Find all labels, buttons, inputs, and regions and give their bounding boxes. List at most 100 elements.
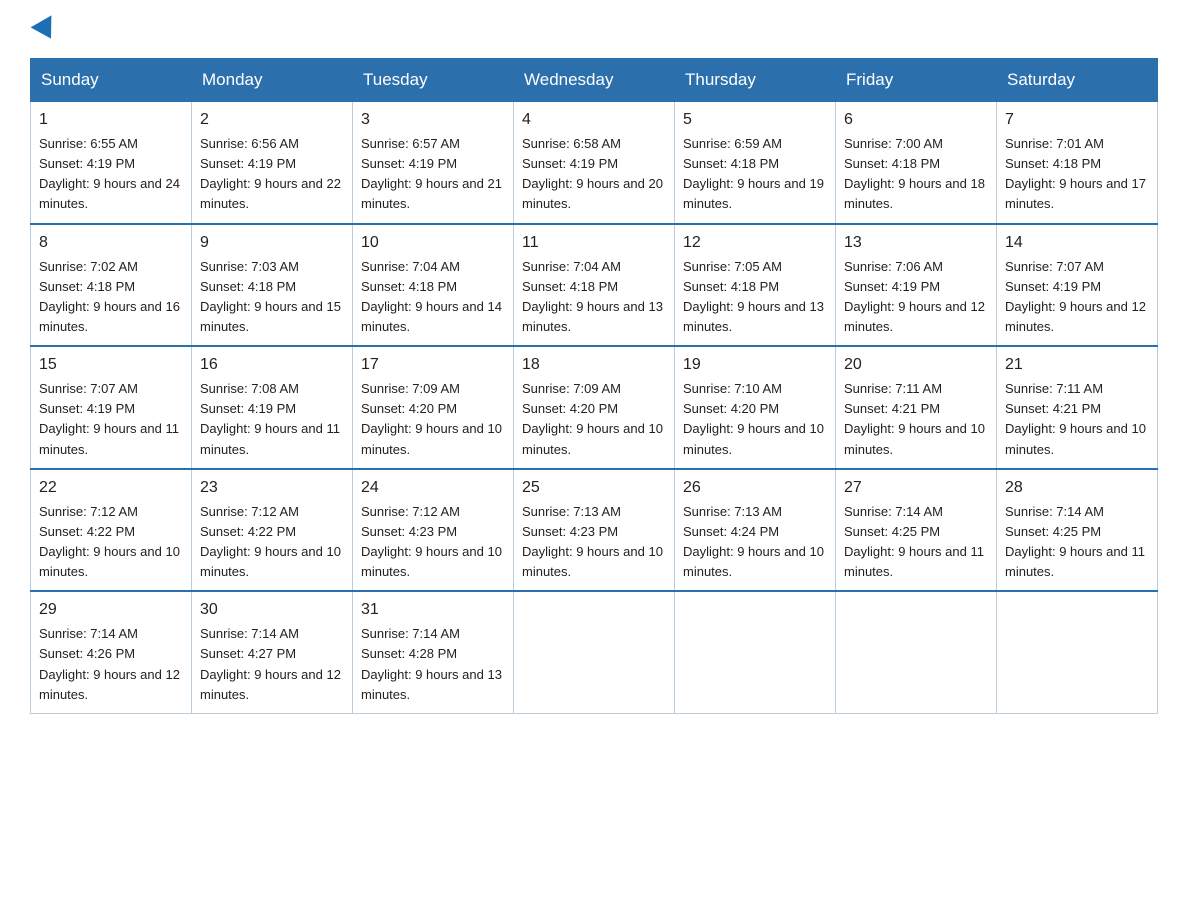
- day-number: 3: [361, 108, 505, 132]
- day-number: 27: [844, 476, 988, 500]
- day-info: Sunrise: 7:09 AMSunset: 4:20 PMDaylight:…: [522, 381, 663, 456]
- day-number: 22: [39, 476, 183, 500]
- calendar-cell: 17 Sunrise: 7:09 AMSunset: 4:20 PMDaylig…: [353, 346, 514, 469]
- day-number: 11: [522, 231, 666, 255]
- day-number: 24: [361, 476, 505, 500]
- calendar-cell: 31 Sunrise: 7:14 AMSunset: 4:28 PMDaylig…: [353, 591, 514, 713]
- day-number: 21: [1005, 353, 1149, 377]
- day-number: 12: [683, 231, 827, 255]
- day-info: Sunrise: 6:58 AMSunset: 4:19 PMDaylight:…: [522, 136, 663, 211]
- day-number: 19: [683, 353, 827, 377]
- calendar-cell: 5 Sunrise: 6:59 AMSunset: 4:18 PMDayligh…: [675, 101, 836, 224]
- calendar-cell: 2 Sunrise: 6:56 AMSunset: 4:19 PMDayligh…: [192, 101, 353, 224]
- calendar-cell: 22 Sunrise: 7:12 AMSunset: 4:22 PMDaylig…: [31, 469, 192, 592]
- calendar-cell: 9 Sunrise: 7:03 AMSunset: 4:18 PMDayligh…: [192, 224, 353, 347]
- day-number: 31: [361, 598, 505, 622]
- calendar-cell: 12 Sunrise: 7:05 AMSunset: 4:18 PMDaylig…: [675, 224, 836, 347]
- calendar-cell: 10 Sunrise: 7:04 AMSunset: 4:18 PMDaylig…: [353, 224, 514, 347]
- calendar-cell: 18 Sunrise: 7:09 AMSunset: 4:20 PMDaylig…: [514, 346, 675, 469]
- day-number: 16: [200, 353, 344, 377]
- day-number: 29: [39, 598, 183, 622]
- day-info: Sunrise: 6:59 AMSunset: 4:18 PMDaylight:…: [683, 136, 824, 211]
- day-number: 1: [39, 108, 183, 132]
- day-number: 10: [361, 231, 505, 255]
- weekday-header-wednesday: Wednesday: [514, 59, 675, 101]
- day-number: 5: [683, 108, 827, 132]
- day-info: Sunrise: 7:01 AMSunset: 4:18 PMDaylight:…: [1005, 136, 1146, 211]
- day-number: 30: [200, 598, 344, 622]
- weekday-header-thursday: Thursday: [675, 59, 836, 101]
- calendar-week-row: 15 Sunrise: 7:07 AMSunset: 4:19 PMDaylig…: [31, 346, 1158, 469]
- calendar-cell: 1 Sunrise: 6:55 AMSunset: 4:19 PMDayligh…: [31, 101, 192, 224]
- day-number: 8: [39, 231, 183, 255]
- day-number: 9: [200, 231, 344, 255]
- calendar-cell: 29 Sunrise: 7:14 AMSunset: 4:26 PMDaylig…: [31, 591, 192, 713]
- day-info: Sunrise: 7:03 AMSunset: 4:18 PMDaylight:…: [200, 259, 341, 334]
- calendar-cell: [675, 591, 836, 713]
- calendar-cell: 19 Sunrise: 7:10 AMSunset: 4:20 PMDaylig…: [675, 346, 836, 469]
- calendar-week-row: 8 Sunrise: 7:02 AMSunset: 4:18 PMDayligh…: [31, 224, 1158, 347]
- logo-blue-text: [30, 20, 58, 40]
- day-info: Sunrise: 7:08 AMSunset: 4:19 PMDaylight:…: [200, 381, 340, 456]
- calendar-cell: 26 Sunrise: 7:13 AMSunset: 4:24 PMDaylig…: [675, 469, 836, 592]
- day-info: Sunrise: 7:04 AMSunset: 4:18 PMDaylight:…: [361, 259, 502, 334]
- logo: [30, 20, 58, 40]
- day-info: Sunrise: 7:02 AMSunset: 4:18 PMDaylight:…: [39, 259, 180, 334]
- day-number: 7: [1005, 108, 1149, 132]
- calendar-cell: 15 Sunrise: 7:07 AMSunset: 4:19 PMDaylig…: [31, 346, 192, 469]
- calendar-cell: 16 Sunrise: 7:08 AMSunset: 4:19 PMDaylig…: [192, 346, 353, 469]
- calendar-cell: 11 Sunrise: 7:04 AMSunset: 4:18 PMDaylig…: [514, 224, 675, 347]
- day-number: 25: [522, 476, 666, 500]
- calendar-cell: 25 Sunrise: 7:13 AMSunset: 4:23 PMDaylig…: [514, 469, 675, 592]
- logo-triangle-icon: [31, 15, 62, 44]
- day-number: 4: [522, 108, 666, 132]
- calendar-cell: 7 Sunrise: 7:01 AMSunset: 4:18 PMDayligh…: [997, 101, 1158, 224]
- calendar-week-row: 22 Sunrise: 7:12 AMSunset: 4:22 PMDaylig…: [31, 469, 1158, 592]
- calendar-cell: 23 Sunrise: 7:12 AMSunset: 4:22 PMDaylig…: [192, 469, 353, 592]
- day-info: Sunrise: 7:13 AMSunset: 4:23 PMDaylight:…: [522, 504, 663, 579]
- weekday-header-monday: Monday: [192, 59, 353, 101]
- day-info: Sunrise: 7:00 AMSunset: 4:18 PMDaylight:…: [844, 136, 985, 211]
- calendar-cell: 13 Sunrise: 7:06 AMSunset: 4:19 PMDaylig…: [836, 224, 997, 347]
- calendar-cell: 20 Sunrise: 7:11 AMSunset: 4:21 PMDaylig…: [836, 346, 997, 469]
- day-info: Sunrise: 7:11 AMSunset: 4:21 PMDaylight:…: [1005, 381, 1146, 456]
- day-info: Sunrise: 7:04 AMSunset: 4:18 PMDaylight:…: [522, 259, 663, 334]
- calendar-cell: [836, 591, 997, 713]
- day-info: Sunrise: 6:57 AMSunset: 4:19 PMDaylight:…: [361, 136, 502, 211]
- day-number: 17: [361, 353, 505, 377]
- calendar-cell: 4 Sunrise: 6:58 AMSunset: 4:19 PMDayligh…: [514, 101, 675, 224]
- day-number: 14: [1005, 231, 1149, 255]
- day-info: Sunrise: 6:55 AMSunset: 4:19 PMDaylight:…: [39, 136, 180, 211]
- day-info: Sunrise: 7:06 AMSunset: 4:19 PMDaylight:…: [844, 259, 985, 334]
- day-info: Sunrise: 6:56 AMSunset: 4:19 PMDaylight:…: [200, 136, 341, 211]
- calendar-week-row: 29 Sunrise: 7:14 AMSunset: 4:26 PMDaylig…: [31, 591, 1158, 713]
- day-info: Sunrise: 7:07 AMSunset: 4:19 PMDaylight:…: [39, 381, 179, 456]
- day-info: Sunrise: 7:05 AMSunset: 4:18 PMDaylight:…: [683, 259, 824, 334]
- weekday-header-tuesday: Tuesday: [353, 59, 514, 101]
- day-number: 2: [200, 108, 344, 132]
- weekday-header-friday: Friday: [836, 59, 997, 101]
- day-info: Sunrise: 7:09 AMSunset: 4:20 PMDaylight:…: [361, 381, 502, 456]
- calendar-cell: 27 Sunrise: 7:14 AMSunset: 4:25 PMDaylig…: [836, 469, 997, 592]
- weekday-header-row: SundayMondayTuesdayWednesdayThursdayFrid…: [31, 59, 1158, 101]
- calendar-cell: 6 Sunrise: 7:00 AMSunset: 4:18 PMDayligh…: [836, 101, 997, 224]
- day-info: Sunrise: 7:11 AMSunset: 4:21 PMDaylight:…: [844, 381, 985, 456]
- day-number: 15: [39, 353, 183, 377]
- day-info: Sunrise: 7:14 AMSunset: 4:25 PMDaylight:…: [844, 504, 984, 579]
- calendar-cell: 21 Sunrise: 7:11 AMSunset: 4:21 PMDaylig…: [997, 346, 1158, 469]
- day-info: Sunrise: 7:14 AMSunset: 4:25 PMDaylight:…: [1005, 504, 1145, 579]
- day-info: Sunrise: 7:12 AMSunset: 4:23 PMDaylight:…: [361, 504, 502, 579]
- day-number: 13: [844, 231, 988, 255]
- calendar-cell: 30 Sunrise: 7:14 AMSunset: 4:27 PMDaylig…: [192, 591, 353, 713]
- day-info: Sunrise: 7:12 AMSunset: 4:22 PMDaylight:…: [200, 504, 341, 579]
- calendar-cell: 8 Sunrise: 7:02 AMSunset: 4:18 PMDayligh…: [31, 224, 192, 347]
- day-number: 6: [844, 108, 988, 132]
- calendar-cell: 28 Sunrise: 7:14 AMSunset: 4:25 PMDaylig…: [997, 469, 1158, 592]
- calendar-cell: 3 Sunrise: 6:57 AMSunset: 4:19 PMDayligh…: [353, 101, 514, 224]
- day-info: Sunrise: 7:14 AMSunset: 4:26 PMDaylight:…: [39, 626, 180, 701]
- day-info: Sunrise: 7:10 AMSunset: 4:20 PMDaylight:…: [683, 381, 824, 456]
- day-number: 28: [1005, 476, 1149, 500]
- calendar-cell: 24 Sunrise: 7:12 AMSunset: 4:23 PMDaylig…: [353, 469, 514, 592]
- page-header: [30, 20, 1158, 40]
- weekday-header-saturday: Saturday: [997, 59, 1158, 101]
